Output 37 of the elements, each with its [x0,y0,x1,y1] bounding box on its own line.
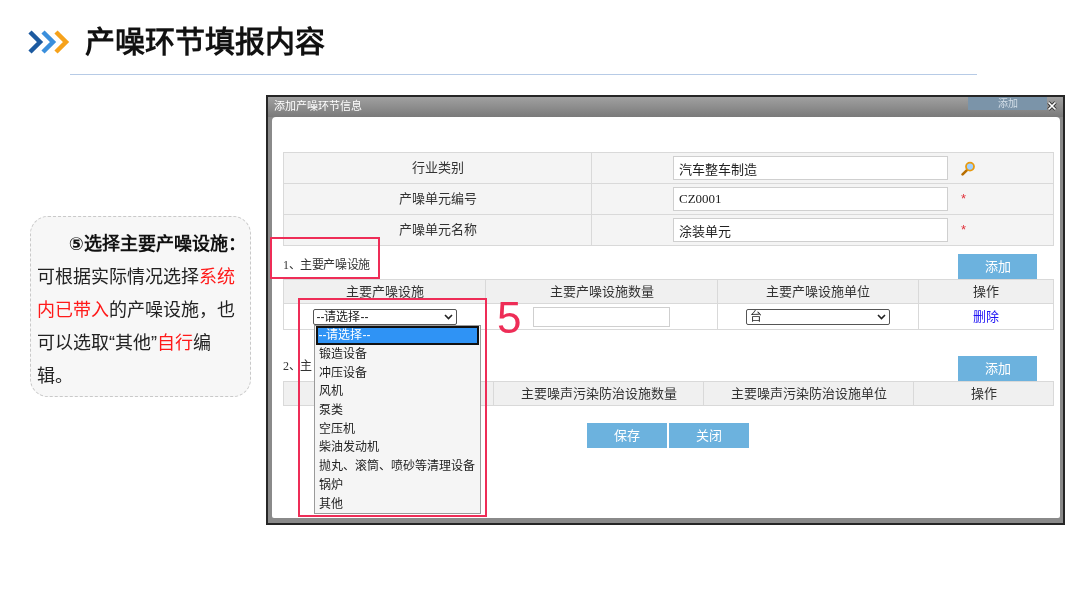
close-icon[interactable] [1047,101,1057,111]
text-field[interactable]: 涂装单元 [673,218,948,242]
search-icon[interactable] [961,160,975,176]
callout-heading: ⑤选择主要产噪设施： [67,233,246,256]
dropdown-option[interactable]: 柴油发动机 [315,438,479,458]
dropdown-option[interactable]: 泵类 [315,401,479,420]
text-field[interactable]: CZ0001 [673,187,948,211]
dropdown-select[interactable]: --请选择-- [312,309,457,326]
dropdown-option[interactable]: 其他 [315,494,479,514]
text-field[interactable]: 汽车整车制造 [673,156,948,180]
dropdown-option[interactable]: 冲压设备 [315,363,479,383]
column-header: 主要噪声污染防治设施单位 [703,381,914,406]
dropdown-option[interactable]: 锅炉 [315,475,479,495]
slide-title: 产噪环节填报内容 [85,24,325,60]
section-label: 1、主要产噪设施 [283,257,370,273]
dialog-title: 添加产噪环节信息 [273,99,362,114]
required-marker: * [961,191,967,207]
dropdown-select[interactable]: 台 [746,309,890,326]
column-header: 主要产噪设施 [283,279,486,304]
caret-icon [877,314,886,321]
column-header: 操作 [918,279,1054,304]
callout-text: 可根据实际情况选择系统内已带入的产噪设施，也可以选取“其他”自行编辑。 [37,266,236,388]
required-marker: * [961,222,967,238]
dropdown-option[interactable]: 抛丸、滚筒、喷砂等清理设备 [315,457,479,476]
caret-icon [443,314,453,321]
quantity-field[interactable] [533,306,670,327]
section-label: 2、主 [283,358,312,374]
column-header: 操作 [913,381,1054,406]
column-header: 主要噪声污染防治设施数量 [493,381,704,406]
column-header: 主要产噪设施单位 [717,279,919,304]
chevrons-icon [27,30,70,54]
dropdown-option[interactable]: 锻造设备 [315,345,479,364]
field-label: 产噪单元编号 [283,183,592,215]
field-label: 产噪单元名称 [283,214,592,246]
field-label: 行业类别 [283,152,592,184]
dropdown-option[interactable]: 空压机 [315,419,479,439]
delete-link[interactable]: 删除 [973,308,999,324]
